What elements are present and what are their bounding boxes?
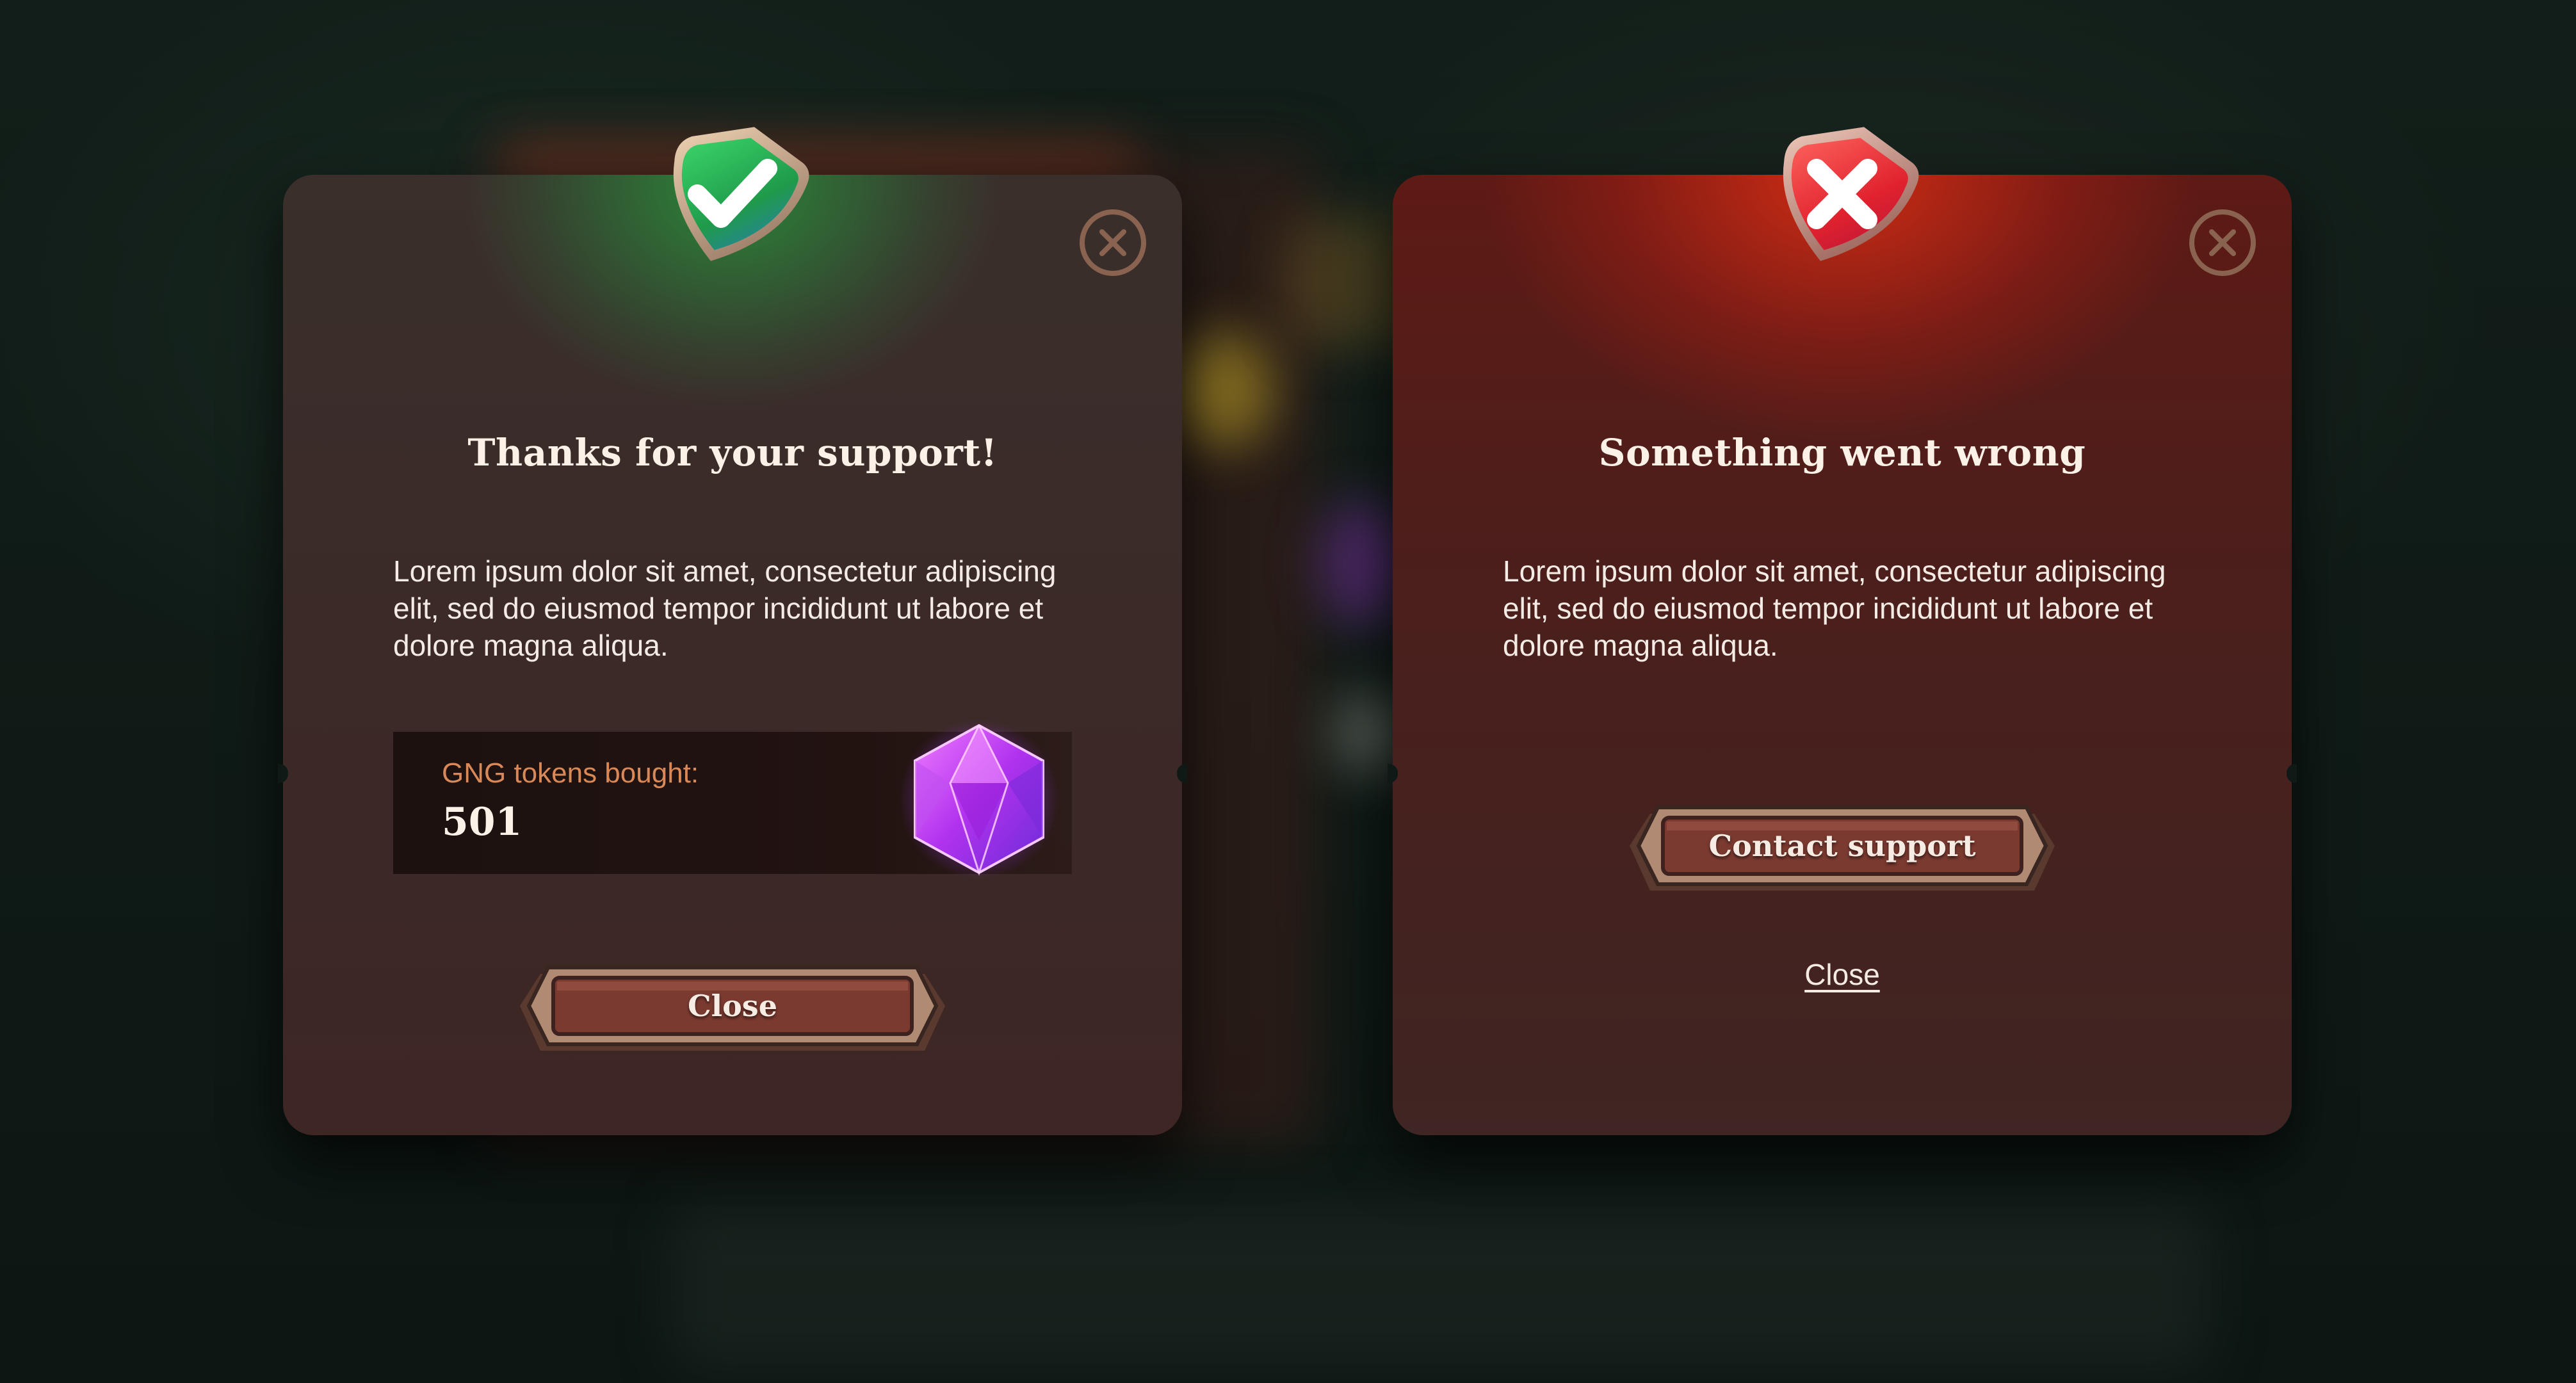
close-button-label: Close <box>688 989 777 1023</box>
gem-icon <box>899 713 1059 886</box>
background-footer <box>672 1204 2209 1370</box>
game-scene: Thanks for your support! Lorem ipsum dol… <box>0 0 2576 1383</box>
close-icon <box>1099 229 1126 256</box>
contact-support-label: Contact support <box>1708 829 1976 863</box>
tokens-label: GNG tokens bought: <box>442 757 699 789</box>
modal-body-text: Lorem ipsum dolor sit amet, consectetur … <box>1503 554 2166 662</box>
background-coin <box>1172 333 1274 448</box>
close-icon-button[interactable] <box>2189 209 2256 276</box>
contact-support-button[interactable]: Contact support <box>1624 788 2060 903</box>
success-modal: Thanks for your support! Lorem ipsum dol… <box>278 127 1187 1135</box>
modal-body-text: Lorem ipsum dolor sit amet, consectetur … <box>393 554 1057 662</box>
modal-title: Thanks for your support! <box>467 431 998 474</box>
check-shield-icon <box>636 98 829 290</box>
close-link[interactable]: Close <box>1393 957 2292 992</box>
close-button[interactable]: Close <box>515 948 950 1064</box>
modal-title: Something went wrong <box>1598 431 2086 474</box>
x-shield-icon <box>1746 98 1938 290</box>
close-icon <box>2209 229 2236 256</box>
tokens-value: 501 <box>442 800 522 845</box>
error-modal: Something went wrong Lorem ipsum dolor s… <box>1388 127 2297 1135</box>
close-icon-button[interactable] <box>1080 209 1146 276</box>
